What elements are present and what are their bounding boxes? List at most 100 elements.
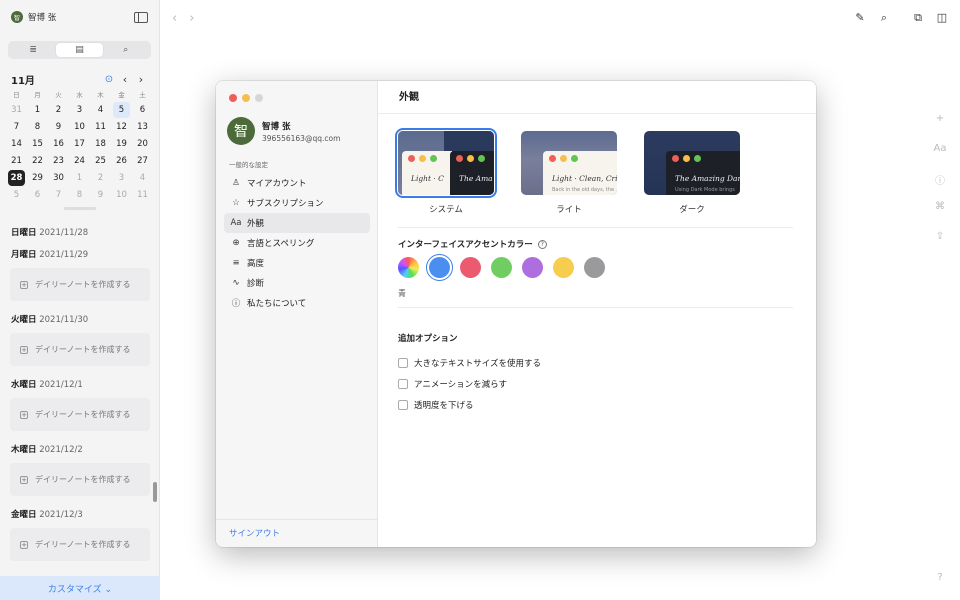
- prev-month-icon[interactable]: ‹: [117, 73, 133, 86]
- option-row[interactable]: アニメーションを減らす: [398, 373, 541, 394]
- calendar-day[interactable]: 17: [71, 136, 88, 152]
- font-icon[interactable]: Aa: [932, 143, 948, 154]
- calendar-day[interactable]: 16: [50, 136, 67, 152]
- copy-icon[interactable]: ⧉: [911, 11, 925, 24]
- calendar-day[interactable]: 25: [92, 153, 109, 169]
- calendar-day[interactable]: 26: [113, 153, 130, 169]
- calendar-day[interactable]: 12: [113, 119, 130, 135]
- right-panel-icon[interactable]: ◫: [935, 11, 949, 24]
- help-icon[interactable]: ?: [932, 572, 948, 583]
- calendar-day[interactable]: 4: [134, 170, 151, 186]
- theme-system[interactable]: Light · C The Ama システム: [395, 128, 497, 215]
- accent-swatch-blue[interactable]: [426, 254, 453, 281]
- calendar-day[interactable]: 7: [50, 187, 67, 203]
- calendar-day[interactable]: 7: [8, 119, 25, 135]
- calendar-day[interactable]: 1: [71, 170, 88, 186]
- avatar[interactable]: 智: [11, 11, 23, 23]
- calendar-day[interactable]: 6: [134, 102, 151, 118]
- calendar-day[interactable]: 19: [113, 136, 130, 152]
- scrollbar[interactable]: [153, 482, 157, 502]
- search-tab[interactable]: ⌕: [103, 43, 149, 57]
- checkbox[interactable]: [398, 399, 408, 410]
- share-icon[interactable]: ⇪: [932, 231, 948, 242]
- command-icon[interactable]: ⌘: [932, 201, 948, 212]
- theme-light[interactable]: Light · Clean, Crisp Back in the old day…: [521, 131, 617, 215]
- calendar-day[interactable]: 9: [50, 119, 67, 135]
- zoom-icon[interactable]: [255, 94, 263, 102]
- user-name[interactable]: 智博 张: [28, 11, 134, 23]
- option-row[interactable]: 透明度を下げる: [398, 394, 541, 415]
- accent-swatch-multicolor[interactable]: [398, 257, 419, 278]
- customize-button[interactable]: カスタマイズ ⌄: [0, 576, 160, 600]
- add-icon[interactable]: +: [932, 113, 948, 124]
- create-daily-note-button[interactable]: + デイリーノートを作成する: [10, 528, 150, 561]
- settings-menu-item[interactable]: ⊕ 言語とスペリング: [224, 233, 370, 253]
- help-icon[interactable]: ?: [537, 239, 547, 249]
- settings-menu-item[interactable]: ∿ 診断: [224, 273, 370, 293]
- theme-light-preview[interactable]: Light · Clean, Crisp Back in the old day…: [521, 131, 617, 195]
- calendar-day[interactable]: 31: [8, 102, 25, 118]
- sidebar-toggle-icon[interactable]: [134, 11, 148, 23]
- calendar-day[interactable]: 3: [71, 102, 88, 118]
- settings-menu-item[interactable]: ♙ マイアカウント: [224, 173, 370, 193]
- settings-menu-item[interactable]: ☆ サブスクリプション: [224, 193, 370, 213]
- settings-menu-item[interactable]: ≡ 高度: [224, 253, 370, 273]
- calendar-day[interactable]: 9: [92, 187, 109, 203]
- theme-system-preview[interactable]: Light · C The Ama: [395, 128, 497, 198]
- notes-tab[interactable]: ≣: [10, 43, 56, 57]
- back-icon[interactable]: ‹: [172, 11, 189, 26]
- calendar-day[interactable]: 22: [29, 153, 46, 169]
- signout-link[interactable]: サインアウト: [216, 519, 378, 547]
- calendar-day[interactable]: 4: [92, 102, 109, 118]
- compose-icon[interactable]: ✎: [853, 11, 867, 24]
- theme-dark[interactable]: The Amazing Dark m Using Dark Mode bring…: [644, 131, 740, 215]
- calendar-resize-handle[interactable]: [63, 207, 96, 210]
- calendar-day[interactable]: 18: [92, 136, 109, 152]
- calendar-day[interactable]: 20: [134, 136, 151, 152]
- search-icon[interactable]: ⌕: [877, 11, 891, 24]
- calendar-day[interactable]: 10: [113, 187, 130, 203]
- create-daily-note-button[interactable]: + デイリーノートを作成する: [10, 333, 150, 366]
- accent-swatch-gray[interactable]: [584, 257, 605, 278]
- calendar-day[interactable]: 15: [29, 136, 46, 152]
- calendar-day[interactable]: 24: [71, 153, 88, 169]
- calendar-day[interactable]: 2: [50, 102, 67, 118]
- calendar-day[interactable]: 27: [134, 153, 151, 169]
- close-icon[interactable]: [229, 94, 237, 102]
- settings-menu-item[interactable]: ⓘ 私たちについて: [224, 293, 370, 313]
- accent-swatch-green[interactable]: [491, 257, 512, 278]
- calendar-tab[interactable]: ▤: [56, 43, 103, 57]
- create-daily-note-button[interactable]: + デイリーノートを作成する: [10, 463, 150, 496]
- forward-icon[interactable]: ›: [189, 11, 206, 26]
- create-daily-note-button[interactable]: + デイリーノートを作成する: [10, 268, 150, 301]
- checkbox[interactable]: [398, 378, 408, 389]
- calendar-day[interactable]: 6: [29, 187, 46, 203]
- info-icon[interactable]: ⓘ: [932, 172, 948, 187]
- calendar-day[interactable]: 11: [134, 187, 151, 203]
- minimize-icon[interactable]: [242, 94, 250, 102]
- calendar-day[interactable]: 5: [113, 102, 130, 118]
- calendar-day[interactable]: 11: [92, 119, 109, 135]
- accent-swatch-red[interactable]: [460, 257, 481, 278]
- next-month-icon[interactable]: ›: [133, 73, 149, 86]
- calendar-day[interactable]: 28: [8, 170, 25, 186]
- calendar-day[interactable]: 13: [134, 119, 151, 135]
- calendar-day[interactable]: 2: [92, 170, 109, 186]
- calendar-day[interactable]: 8: [71, 187, 88, 203]
- option-row[interactable]: 大きなテキストサイズを使用する: [398, 352, 541, 373]
- calendar-day[interactable]: 5: [8, 187, 25, 203]
- calendar-day[interactable]: 23: [50, 153, 67, 169]
- create-daily-note-button[interactable]: + デイリーノートを作成する: [10, 398, 150, 431]
- calendar-day[interactable]: 30: [50, 170, 67, 186]
- calendar-day[interactable]: 1: [29, 102, 46, 118]
- calendar-day[interactable]: 21: [8, 153, 25, 169]
- settings-menu-item[interactable]: Aa 外観: [224, 213, 370, 233]
- accent-swatch-purple[interactable]: [522, 257, 543, 278]
- today-icon[interactable]: ⊙: [101, 74, 117, 85]
- calendar-day[interactable]: 3: [113, 170, 130, 186]
- checkbox[interactable]: [398, 357, 408, 368]
- calendar-day[interactable]: 10: [71, 119, 88, 135]
- calendar-day[interactable]: 14: [8, 136, 25, 152]
- theme-dark-preview[interactable]: The Amazing Dark m Using Dark Mode bring…: [644, 131, 740, 195]
- calendar-day[interactable]: 29: [29, 170, 46, 186]
